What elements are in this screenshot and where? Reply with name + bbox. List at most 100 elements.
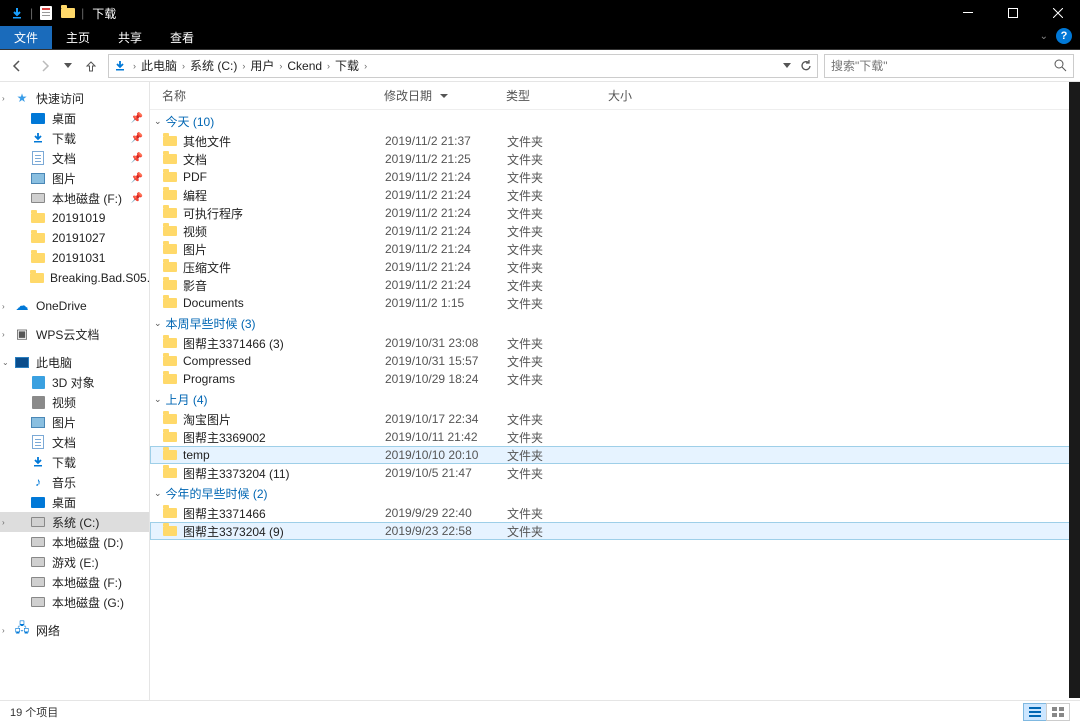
breadcrumb-dropdown-icon[interactable] — [783, 63, 791, 69]
sidebar-item[interactable]: 20191031 — [0, 248, 149, 268]
sidebar-this-pc[interactable]: ⌄ 此电脑 — [0, 352, 149, 372]
chevron-down-icon[interactable]: ⌄ — [154, 318, 162, 329]
sidebar-onedrive[interactable]: › ☁ OneDrive — [0, 296, 149, 316]
breadcrumb-seg[interactable]: Ckend — [284, 59, 325, 73]
recent-dropdown[interactable] — [62, 55, 74, 77]
minimize-button[interactable] — [945, 0, 990, 26]
sidebar-item[interactable]: 本地磁盘 (F:) — [0, 572, 149, 592]
chevron-right-icon[interactable]: › — [2, 94, 5, 103]
chevron-right-icon[interactable]: › — [2, 626, 5, 635]
sidebar-item[interactable]: 本地磁盘 (G:) — [0, 592, 149, 612]
column-headers: 名称 修改日期 类型 大小 — [150, 82, 1080, 110]
tab-share[interactable]: 共享 — [104, 26, 156, 49]
sidebar-quick-access[interactable]: › ★ 快速访问 — [0, 88, 149, 108]
breadcrumb-seg[interactable]: 下载 — [332, 57, 362, 74]
file-row[interactable]: 可执行程序2019/11/2 21:24文件夹 — [150, 204, 1080, 222]
chevron-right-icon[interactable]: › — [131, 61, 138, 71]
col-type[interactable]: 类型 — [506, 87, 608, 104]
breadcrumb-seg[interactable]: 用户 — [247, 57, 277, 74]
breadcrumb[interactable]: › 此电脑 › 系统 (C:) › 用户 › Ckend › 下载 › — [108, 54, 818, 78]
up-button[interactable] — [80, 55, 102, 77]
chevron-right-icon[interactable]: › — [277, 61, 284, 71]
sidebar-item[interactable]: 20191027 — [0, 228, 149, 248]
file-row[interactable]: 视频2019/11/2 21:24文件夹 — [150, 222, 1080, 240]
sidebar-item-label: 文档 — [52, 434, 76, 451]
file-row[interactable]: 文档2019/11/2 21:25文件夹 — [150, 150, 1080, 168]
sidebar-item[interactable]: 图片 — [0, 412, 149, 432]
file-row[interactable]: 压缩文件2019/11/2 21:24文件夹 — [150, 258, 1080, 276]
chevron-down-icon[interactable]: ⌄ — [154, 488, 162, 499]
sidebar-item[interactable]: 下载📌 — [0, 128, 149, 148]
file-row[interactable]: 图帮主33690022019/10/11 21:42文件夹 — [150, 428, 1080, 446]
sidebar-item[interactable]: 3D 对象 — [0, 372, 149, 392]
file-row[interactable]: 其他文件2019/11/2 21:37文件夹 — [150, 132, 1080, 150]
sidebar-item[interactable]: ›系统 (C:) — [0, 512, 149, 532]
sidebar-item[interactable]: 下载 — [0, 452, 149, 472]
file-row[interactable]: temp2019/10/10 20:10文件夹 — [150, 446, 1080, 464]
file-row[interactable]: 淘宝图片2019/10/17 22:34文件夹 — [150, 410, 1080, 428]
sidebar-item[interactable]: 本地磁盘 (D:) — [0, 532, 149, 552]
breadcrumb-seg[interactable]: 系统 (C:) — [187, 57, 240, 74]
col-size[interactable]: 大小 — [608, 87, 688, 104]
back-button[interactable] — [6, 55, 28, 77]
file-row[interactable]: PDF2019/11/2 21:24文件夹 — [150, 168, 1080, 186]
file-row[interactable]: Documents2019/11/2 1:15文件夹 — [150, 294, 1080, 312]
forward-button[interactable] — [34, 55, 56, 77]
sidebar-item[interactable]: Breaking.Bad.S05. — [0, 268, 149, 288]
breadcrumb-seg[interactable]: 此电脑 — [138, 57, 180, 74]
sidebar-item[interactable]: ♪音乐 — [0, 472, 149, 492]
file-row[interactable]: 图帮主3371466 (3)2019/10/31 23:08文件夹 — [150, 334, 1080, 352]
chevron-right-icon[interactable]: › — [240, 61, 247, 71]
chevron-down-icon[interactable]: ⌄ — [154, 394, 162, 405]
col-name[interactable]: 名称 — [162, 87, 384, 104]
chevron-right-icon[interactable]: › — [362, 61, 369, 71]
file-row[interactable]: 影音2019/11/2 21:24文件夹 — [150, 276, 1080, 294]
maximize-button[interactable] — [990, 0, 1035, 26]
sidebar-item[interactable]: 文档📌 — [0, 148, 149, 168]
search-input[interactable] — [831, 59, 1054, 73]
view-details-button[interactable] — [1023, 703, 1047, 721]
sidebar-wps[interactable]: › ▣ WPS云文档 — [0, 324, 149, 344]
help-button[interactable]: ? — [1056, 28, 1072, 44]
sidebar-item[interactable]: 图片📌 — [0, 168, 149, 188]
sidebar-item[interactable]: 视频 — [0, 392, 149, 412]
refresh-button[interactable] — [799, 59, 813, 73]
tab-file[interactable]: 文件 — [0, 26, 52, 49]
col-date[interactable]: 修改日期 — [384, 87, 506, 104]
sidebar-item[interactable]: 游戏 (E:) — [0, 552, 149, 572]
sidebar-network[interactable]: › 🖧 网络 — [0, 620, 149, 640]
search-icon[interactable] — [1054, 59, 1067, 72]
file-row[interactable]: Compressed2019/10/31 15:57文件夹 — [150, 352, 1080, 370]
chevron-right-icon[interactable]: › — [2, 330, 5, 339]
file-row[interactable]: 编程2019/11/2 21:24文件夹 — [150, 186, 1080, 204]
sidebar-item[interactable]: 桌面 — [0, 492, 149, 512]
file-row[interactable]: Programs2019/10/29 18:24文件夹 — [150, 370, 1080, 388]
file-row[interactable]: 图帮主3373204 (9)2019/9/23 22:58文件夹 — [150, 522, 1080, 540]
chevron-down-icon[interactable]: ⌄ — [2, 358, 9, 367]
sidebar-item[interactable]: 20191019 — [0, 208, 149, 228]
tab-view[interactable]: 查看 — [156, 26, 208, 49]
ribbon-chevron-icon[interactable]: ⌄ — [1040, 31, 1048, 42]
search-box[interactable] — [824, 54, 1074, 78]
chevron-right-icon[interactable]: › — [2, 302, 5, 311]
file-row[interactable]: 图片2019/11/2 21:24文件夹 — [150, 240, 1080, 258]
view-thumbnails-button[interactable] — [1046, 703, 1070, 721]
file-list[interactable]: ⌄今天 (10)其他文件2019/11/2 21:37文件夹文档2019/11/… — [150, 110, 1080, 700]
file-date: 2019/10/29 18:24 — [385, 372, 507, 386]
file-date: 2019/11/2 21:24 — [385, 170, 507, 184]
chevron-right-icon[interactable]: › — [2, 518, 5, 527]
sidebar-item[interactable]: 桌面📌 — [0, 108, 149, 128]
tab-home[interactable]: 主页 — [52, 26, 104, 49]
file-row[interactable]: 图帮主3373204 (11)2019/10/5 21:47文件夹 — [150, 464, 1080, 482]
close-button[interactable] — [1035, 0, 1080, 26]
file-row[interactable]: 图帮主33714662019/9/29 22:40文件夹 — [150, 504, 1080, 522]
sidebar-item[interactable]: 本地磁盘 (F:)📌 — [0, 188, 149, 208]
group-header[interactable]: ⌄今天 (10) — [150, 110, 1080, 132]
group-header[interactable]: ⌄今年的早些时候 (2) — [150, 482, 1080, 504]
group-header[interactable]: ⌄上月 (4) — [150, 388, 1080, 410]
chevron-right-icon[interactable]: › — [180, 61, 187, 71]
sidebar-item[interactable]: 文档 — [0, 432, 149, 452]
chevron-down-icon[interactable]: ⌄ — [154, 116, 162, 127]
chevron-right-icon[interactable]: › — [325, 61, 332, 71]
group-header[interactable]: ⌄本周早些时候 (3) — [150, 312, 1080, 334]
